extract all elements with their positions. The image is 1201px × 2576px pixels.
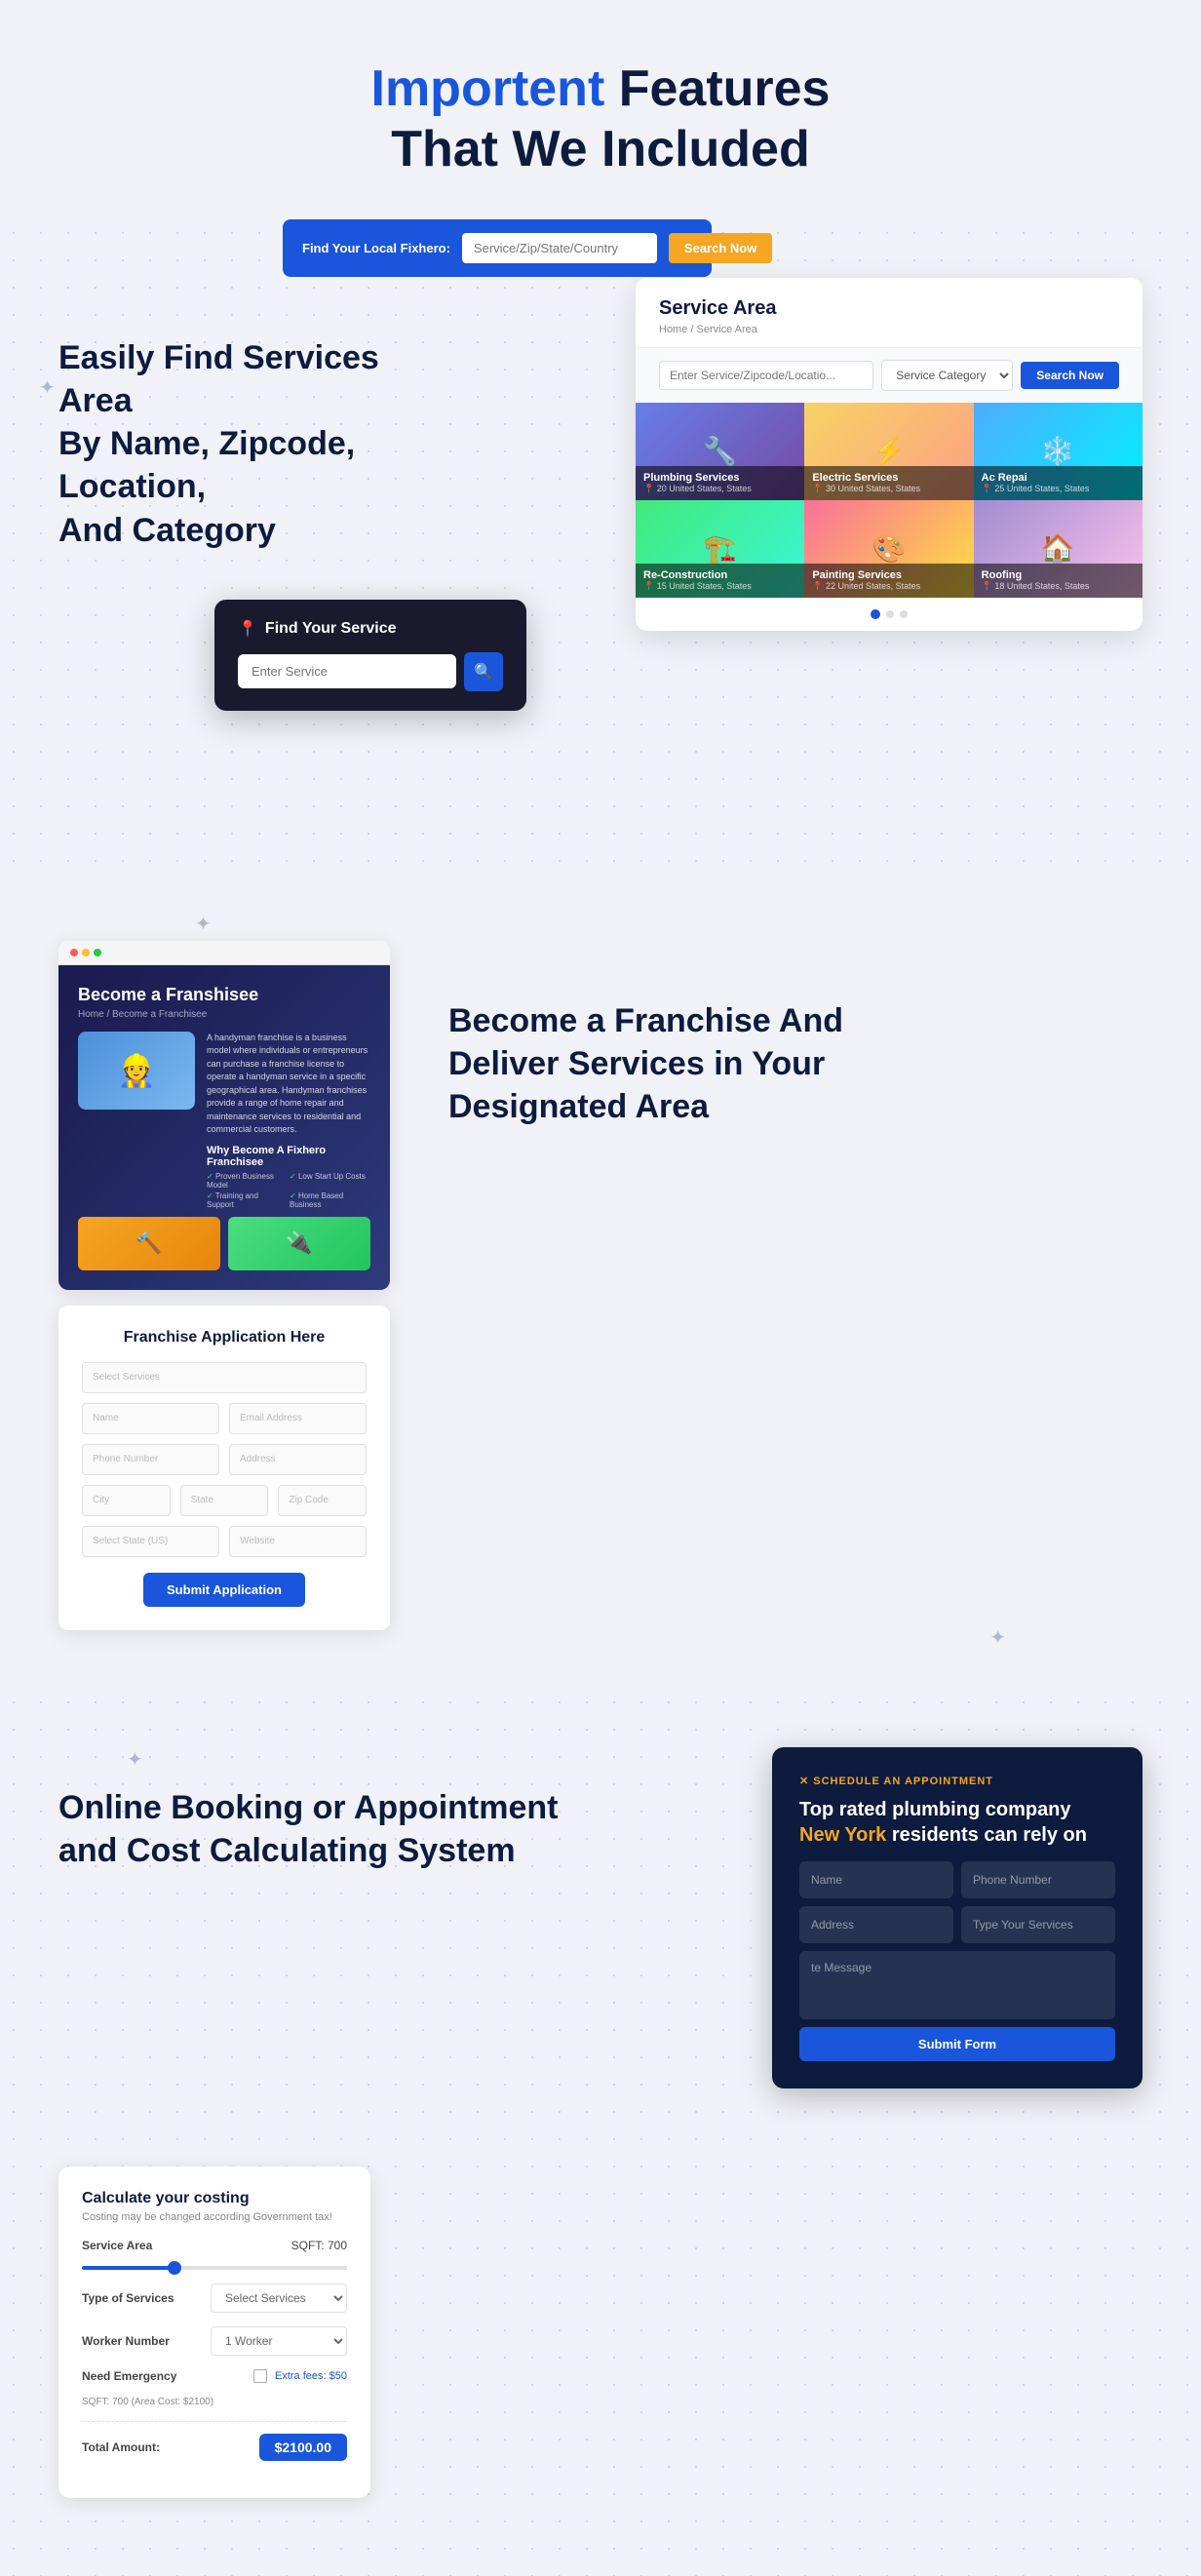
appointment-form: Name Phone Number Address Type Your Serv… bbox=[799, 1861, 1115, 2061]
appt-phone-field[interactable]: Phone Number bbox=[961, 1861, 1115, 1898]
service-electric[interactable]: ⚡ Electric Services 📍 30 United States, … bbox=[804, 403, 973, 500]
form-field-phone[interactable]: Phone Number bbox=[82, 1444, 219, 1475]
franchise-hero-img: 👷 bbox=[78, 1032, 195, 1110]
header-title-accent: Importent bbox=[371, 60, 605, 117]
calc-subtitle: Costing may be changed according Governm… bbox=[82, 2211, 347, 2223]
franchise-breadcrumb: Home / Become a Franchisee bbox=[78, 1009, 370, 1020]
form-field-city[interactable]: City bbox=[82, 1485, 171, 1516]
appt-address-field[interactable]: Address bbox=[799, 1906, 953, 1943]
header-title-line2: That We Included bbox=[391, 121, 810, 177]
header-title-rest: Features bbox=[604, 60, 830, 117]
widget-search: 🔍 bbox=[238, 652, 503, 691]
search-bar-mockup: Find Your Local Fixhero: Search Now bbox=[283, 219, 712, 277]
pin-icon: 📍 bbox=[238, 619, 257, 639]
form-field-address[interactable]: Address bbox=[229, 1444, 367, 1475]
franchise-text-block: A handyman franchise is a business model… bbox=[207, 1032, 370, 1209]
service-grid: 🔧 Plumbing Services 📍 20 United States, … bbox=[636, 403, 1143, 598]
franchise-img-1: 🔨 bbox=[78, 1217, 220, 1270]
form-field-name[interactable]: Name bbox=[82, 1403, 219, 1434]
calc-service-area-label: Service Area bbox=[82, 2239, 152, 2252]
appt-name-field[interactable]: Name bbox=[799, 1861, 953, 1898]
emergency-checkbox[interactable] bbox=[253, 2369, 267, 2383]
calc-emergency-label: Need Emergency bbox=[82, 2369, 176, 2383]
service-area-search-input[interactable] bbox=[659, 361, 873, 390]
calc-sqft-value: SQFT: 700 bbox=[291, 2239, 347, 2252]
appt-submit-button[interactable]: Submit Form bbox=[799, 2027, 1115, 2061]
franchise-browser: Become a Franshisee Home / Become a Fran… bbox=[58, 941, 390, 1290]
widget-title-text: Find Your Service bbox=[265, 620, 397, 638]
emergency-fee-text: Extra fees: $50 bbox=[275, 2370, 347, 2382]
sparkle-decoration-4: ✦ bbox=[989, 1625, 1006, 1650]
feature-section-2: ✦ ✦ Become a Franshisee Home / Become a … bbox=[0, 882, 1201, 1689]
feature-section-3: ✦ ✦ Online Booking or Appointment and Co… bbox=[0, 1689, 1201, 2576]
total-amount-value: $2100.00 bbox=[259, 2434, 347, 2461]
find-service-widget: 📍 Find Your Service 🔍 bbox=[214, 600, 526, 711]
service-construction[interactable]: 🏗️ Re-Construction 📍 15 United States, S… bbox=[636, 500, 804, 598]
service-plumbing[interactable]: 🔧 Plumbing Services 📍 20 United States, … bbox=[636, 403, 804, 500]
appointment-card: ✕ SCHEDULE AN APPOINTMENT Top rated plum… bbox=[772, 1747, 1143, 2088]
service-roofing[interactable]: 🏠 Roofing 📍 18 United States, States bbox=[974, 500, 1143, 598]
sqft-area-note: SQFT: 700 (Area Cost: $2100) bbox=[82, 2397, 347, 2407]
search-bar-label: Find Your Local Fixhero: bbox=[302, 241, 450, 255]
browser-bar bbox=[58, 941, 390, 965]
worker-number-select[interactable]: 1 Worker bbox=[211, 2326, 347, 2356]
form-field-zip[interactable]: Zip Code bbox=[278, 1485, 367, 1516]
service-area-title: Service Area bbox=[659, 297, 1119, 320]
service-area-breadcrumb: Home / Service Area bbox=[659, 324, 1119, 335]
section2-text: Become a Franchise And Deliver Services … bbox=[448, 941, 1143, 1129]
submit-application-button[interactable]: Submit Application bbox=[143, 1573, 305, 1607]
app-form-title: Franchise Application Here bbox=[82, 1329, 367, 1347]
section3-text: Online Booking or Appointment and Cost C… bbox=[58, 1747, 733, 2118]
section1-text: Easily Find Services Area By Name, Zipco… bbox=[58, 258, 429, 552]
calc-emergency-row: Need Emergency Extra fees: $50 bbox=[82, 2369, 347, 2383]
calc-title: Calculate your costing bbox=[82, 2190, 347, 2207]
calc-service-area-row: Service Area SQFT: 700 bbox=[82, 2239, 347, 2252]
calc-type-label: Type of Services bbox=[82, 2291, 174, 2305]
service-area-search-row: Service Category Search Now bbox=[636, 348, 1143, 403]
form-field-state-us[interactable]: Select State (US) bbox=[82, 1526, 219, 1557]
service-area-card: Service Area Home / Service Area Service… bbox=[636, 278, 1143, 631]
form-field-services[interactable]: Select Services bbox=[82, 1362, 367, 1393]
calc-worker-row: Worker Number 1 Worker bbox=[82, 2326, 347, 2356]
appt-message-field[interactable]: te Message bbox=[799, 1951, 1115, 2019]
total-amount-row: Total Amount: $2100.00 bbox=[82, 2421, 347, 2461]
service-area-slider[interactable] bbox=[82, 2266, 347, 2270]
widget-search-button[interactable]: 🔍 bbox=[464, 652, 503, 691]
form-field-state[interactable]: State bbox=[180, 1485, 269, 1516]
franchise-mockup: Become a Franshisee Home / Become a Fran… bbox=[58, 941, 390, 1630]
widget-search-input[interactable] bbox=[238, 654, 456, 688]
sparkle-decoration-1: ✦ bbox=[39, 375, 56, 400]
type-of-services-select[interactable]: Select Services bbox=[211, 2283, 347, 2313]
service-category-select[interactable]: Service Category bbox=[881, 360, 1013, 391]
sparkle-decoration-3: ✦ bbox=[195, 912, 212, 936]
franchise-application-form: Franchise Application Here Select Servic… bbox=[58, 1306, 390, 1630]
total-amount-label: Total Amount: bbox=[82, 2440, 160, 2454]
search-bar-input[interactable] bbox=[462, 233, 657, 263]
franchise-img-2: 🔌 bbox=[228, 1217, 370, 1270]
franchise-hero-title: Become a Franshisee bbox=[78, 985, 370, 1005]
section1-heading: Easily Find Services Area By Name, Zipco… bbox=[58, 339, 379, 549]
service-area-search-button[interactable]: Search Now bbox=[1021, 362, 1119, 389]
search-now-button[interactable]: Search Now bbox=[669, 233, 772, 263]
main-header: Importent Features That We Included bbox=[0, 0, 1201, 219]
appt-tag: ✕ SCHEDULE AN APPOINTMENT bbox=[799, 1775, 1115, 1787]
service-painting[interactable]: 🎨 Painting Services 📍 22 United States, … bbox=[804, 500, 973, 598]
service-ac[interactable]: ❄️ Ac Repai 📍 25 United States, States bbox=[974, 403, 1143, 500]
form-field-website[interactable]: Website bbox=[229, 1526, 367, 1557]
appt-services-field[interactable]: Type Your Services bbox=[961, 1906, 1115, 1943]
calc-worker-label: Worker Number bbox=[82, 2334, 170, 2348]
appt-heading: Top rated plumbing company New York resi… bbox=[799, 1797, 1115, 1848]
calc-type-services-row: Type of Services Select Services bbox=[82, 2283, 347, 2313]
feature-section-1: ✦ ✦ Easily Find Services Area By Name, Z… bbox=[0, 219, 1201, 882]
form-field-email[interactable]: Email Address bbox=[229, 1403, 367, 1434]
franchise-hero: Become a Franshisee Home / Become a Fran… bbox=[58, 965, 390, 1290]
cost-calculator: Calculate your costing Costing may be ch… bbox=[58, 2166, 370, 2498]
